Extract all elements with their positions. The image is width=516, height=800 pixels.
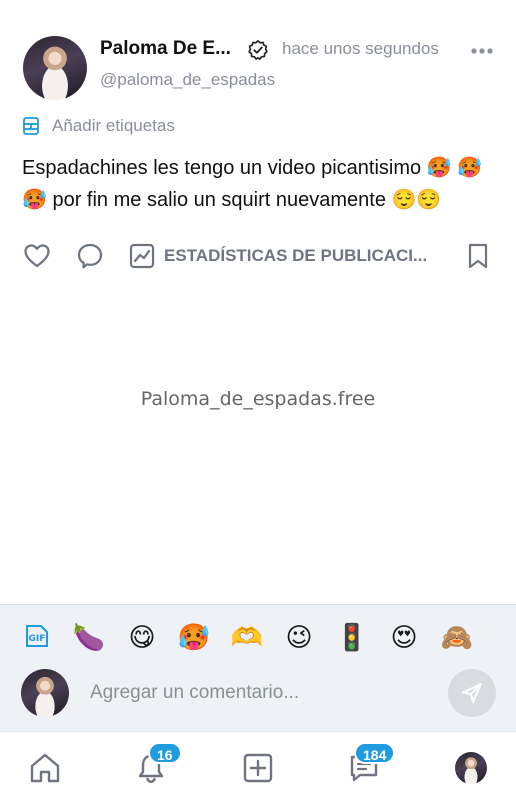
tag-icon [23,117,39,135]
emoji-option[interactable]: 😍 [387,621,421,655]
user-avatar [21,669,69,717]
emoji-option[interactable]: 🙈 [440,621,474,655]
author-handle[interactable]: @paloma_de_espadas [100,70,275,90]
profile-avatar [455,752,487,784]
send-icon [462,683,482,703]
nav-home[interactable] [25,748,65,788]
notifications-badge: 16 [148,742,182,764]
post-text: Espadachines les tengo un video picantis… [22,157,483,211]
add-tags-label: Añadir etiquetas [52,116,175,135]
post-actions: ESTADÍSTICAS DE PUBLICACI... [0,238,516,278]
bottom-nav: 16 184 [0,731,516,800]
nav-create-post[interactable] [238,748,278,788]
emoji-option[interactable]: 🥵 [177,621,211,655]
emoji-picker-row: 🍆 😋 🥵 🫶 😉 🚦 😍 🙈 [0,621,516,657]
emoji-option[interactable]: 🫶 [230,621,264,655]
emoji-option[interactable]: 😋 [125,621,159,655]
post-time: hace unos segundos [282,39,439,58]
stats-icon[interactable] [129,243,155,269]
add-tags-row[interactable]: Añadir etiquetas [22,114,175,138]
media-caption: Paloma_de_espadas.free [140,388,376,410]
nav-profile[interactable] [451,748,491,788]
comment-input[interactable] [80,669,430,717]
emoji-option[interactable]: 🚦 [335,621,369,655]
add-icon [243,753,273,783]
author-avatar[interactable] [23,36,87,100]
messages-badge: 184 [354,742,396,764]
author-name[interactable]: Paloma De E... [100,38,231,60]
send-button[interactable] [448,669,496,717]
comment-composer: GIF 🍆 😋 🥵 🫶 😉 🚦 😍 🙈 [0,604,516,731]
emoji-option[interactable]: 🍆 [72,621,106,655]
emoji-option[interactable]: 😉 [282,621,316,655]
post-stats-link[interactable]: ESTADÍSTICAS DE PUBLICACI... [164,246,432,266]
more-icon[interactable] [470,47,494,55]
heart-icon[interactable] [23,242,51,270]
comment-icon[interactable] [76,242,104,270]
bookmark-icon[interactable] [466,242,490,270]
verified-icon [248,40,268,60]
post-header: Paloma De E... hace unos segundos @palom… [0,0,516,110]
home-icon [30,753,60,783]
